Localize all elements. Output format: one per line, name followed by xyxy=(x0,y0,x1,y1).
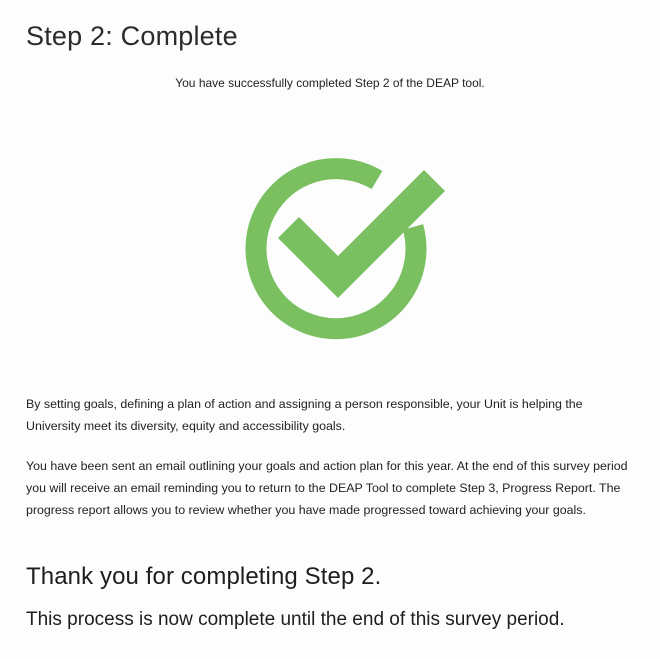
check-circle-icon xyxy=(232,150,452,340)
email-paragraph: You have been sent an email outlining yo… xyxy=(26,459,628,517)
goals-paragraph: By setting goals, defining a plan of act… xyxy=(26,397,583,433)
completion-page: Step 2: Complete You have successfully c… xyxy=(0,0,660,659)
success-message: You have successfully completed Step 2 o… xyxy=(175,76,485,90)
thank-you-heading: Thank you for completing Step 2. xyxy=(26,563,382,590)
page-title: Step 2: Complete xyxy=(26,21,238,51)
completion-note: This process is now complete until the e… xyxy=(26,609,565,630)
